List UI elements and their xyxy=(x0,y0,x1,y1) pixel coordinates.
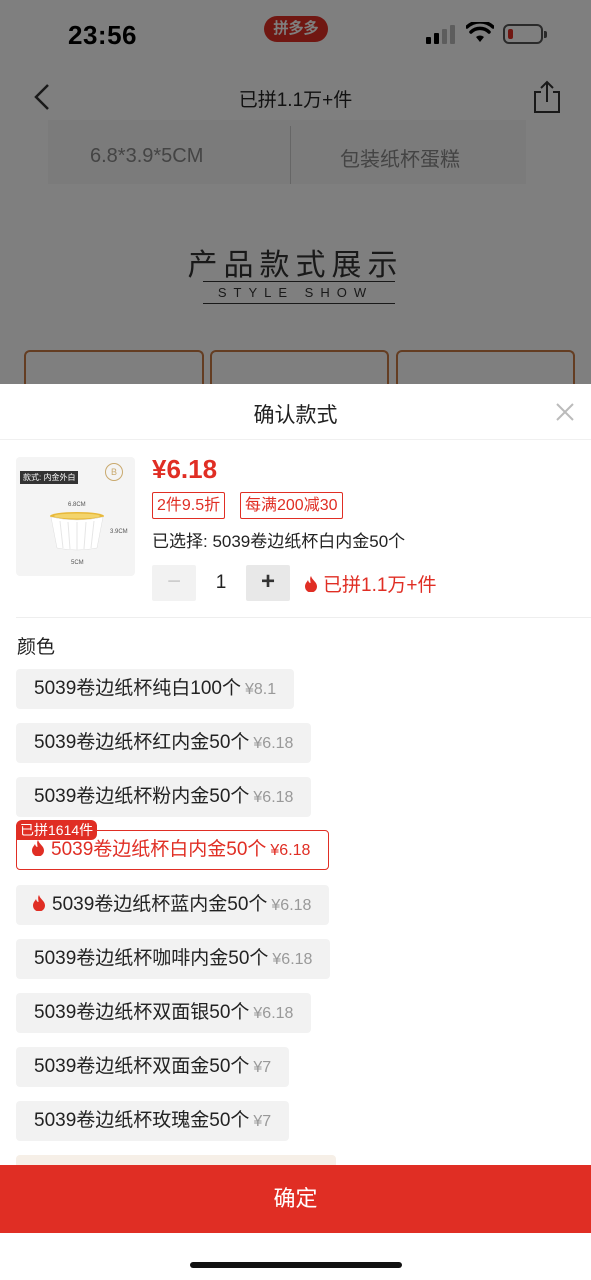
flame-icon xyxy=(33,895,45,911)
option-pink-gold[interactable]: 5039卷边纸杯粉内金50个 ¥6.18 xyxy=(16,777,312,817)
sold-badge: 已拼1614件 xyxy=(16,820,98,840)
option-price: ¥7 xyxy=(253,1113,272,1130)
flame-icon xyxy=(305,576,317,592)
option-price: ¥6.18 xyxy=(270,842,311,859)
cup-image xyxy=(50,512,104,551)
option-price: ¥7 xyxy=(253,1059,272,1076)
thumbnail-tag: 款式: 内金外白 xyxy=(20,471,79,484)
dim-overlay[interactable] xyxy=(0,0,591,384)
option-label: 5039卷边纸杯蓝内金50个 xyxy=(52,894,268,915)
confirm-button[interactable]: 确定 xyxy=(0,1165,591,1233)
option-price: ¥6.18 xyxy=(272,951,313,968)
option-label: 5039卷边纸杯白内金50个 xyxy=(51,839,267,860)
option-partial[interactable] xyxy=(16,1155,336,1165)
option-red-gold[interactable]: 5039卷边纸杯红内金50个 ¥6.18 xyxy=(16,723,312,763)
increase-button[interactable]: + xyxy=(246,565,290,601)
option-blue-gold[interactable]: 5039卷边纸杯蓝内金50个 ¥6.18 xyxy=(16,885,330,925)
background-page: 23:56 拼多多 已拼1.1万+件 6.8*3.9*5CM 包装纸杯蛋糕 产品… xyxy=(0,0,591,384)
promo-tag: 每满200减30 xyxy=(240,492,343,519)
option-label: 5039卷边纸杯双面金50个 xyxy=(34,1056,250,1077)
option-double-silver[interactable]: 5039卷边纸杯双面银50个 ¥6.18 xyxy=(16,993,312,1033)
variant-sheet: 确认款式 款式: 内金外白 B 6.8CM 3.9CM 5CM ¥6.18 2件… xyxy=(0,384,591,1280)
selected-variant: 已选择: 5039卷边纸杯白内金50个 xyxy=(152,532,406,551)
option-label: 5039卷边纸杯咖啡内金50个 xyxy=(34,948,269,969)
close-icon[interactable] xyxy=(554,401,576,423)
option-label: 5039卷边纸杯红内金50个 xyxy=(34,732,250,753)
product-thumbnail[interactable]: 款式: 内金外白 B 6.8CM 3.9CM 5CM xyxy=(16,457,135,576)
option-double-gold[interactable]: 5039卷边纸杯双面金50个 ¥7 xyxy=(16,1047,290,1087)
option-price: ¥6.18 xyxy=(253,735,294,752)
quantity-value[interactable]: 1 xyxy=(200,572,242,594)
option-label: 5039卷边纸杯双面银50个 xyxy=(34,1002,250,1023)
divider xyxy=(16,617,591,618)
option-pure-white[interactable]: 5039卷边纸杯纯白100个 ¥8.1 xyxy=(16,669,295,709)
color-label: 颜色 xyxy=(17,637,56,658)
joined-count: 已拼1.1万+件 xyxy=(304,570,437,597)
joined-text: 已拼1.1万+件 xyxy=(323,575,437,596)
option-price: ¥6.18 xyxy=(253,789,294,806)
sheet-title: 确认款式 xyxy=(253,404,338,427)
option-label: 5039卷边纸杯纯白100个 xyxy=(34,678,241,699)
option-rose-gold[interactable]: 5039卷边纸杯玫瑰金50个 ¥7 xyxy=(16,1101,290,1141)
price: ¥6.18 xyxy=(152,454,218,484)
sheet-header: 确认款式 xyxy=(0,384,591,440)
option-price: ¥8.1 xyxy=(244,681,277,698)
option-label: 5039卷边纸杯粉内金50个 xyxy=(34,786,250,807)
discount-tag: 2件9.5折 xyxy=(152,492,226,519)
option-price: ¥6.18 xyxy=(253,1005,294,1022)
home-indicator[interactable] xyxy=(190,1262,402,1268)
decrease-button[interactable]: − xyxy=(152,565,196,601)
option-coffee-gold[interactable]: 5039卷边纸杯咖啡内金50个 ¥6.18 xyxy=(16,939,331,979)
dim-label: 6.8CM xyxy=(68,502,86,508)
option-label: 5039卷边纸杯玫瑰金50个 xyxy=(34,1110,250,1131)
dim-label: 3.9CM xyxy=(110,529,128,535)
brand-logo: B xyxy=(105,463,123,481)
dim-label: 5CM xyxy=(71,560,84,566)
flame-icon xyxy=(32,840,44,856)
option-price: ¥6.18 xyxy=(271,897,312,914)
